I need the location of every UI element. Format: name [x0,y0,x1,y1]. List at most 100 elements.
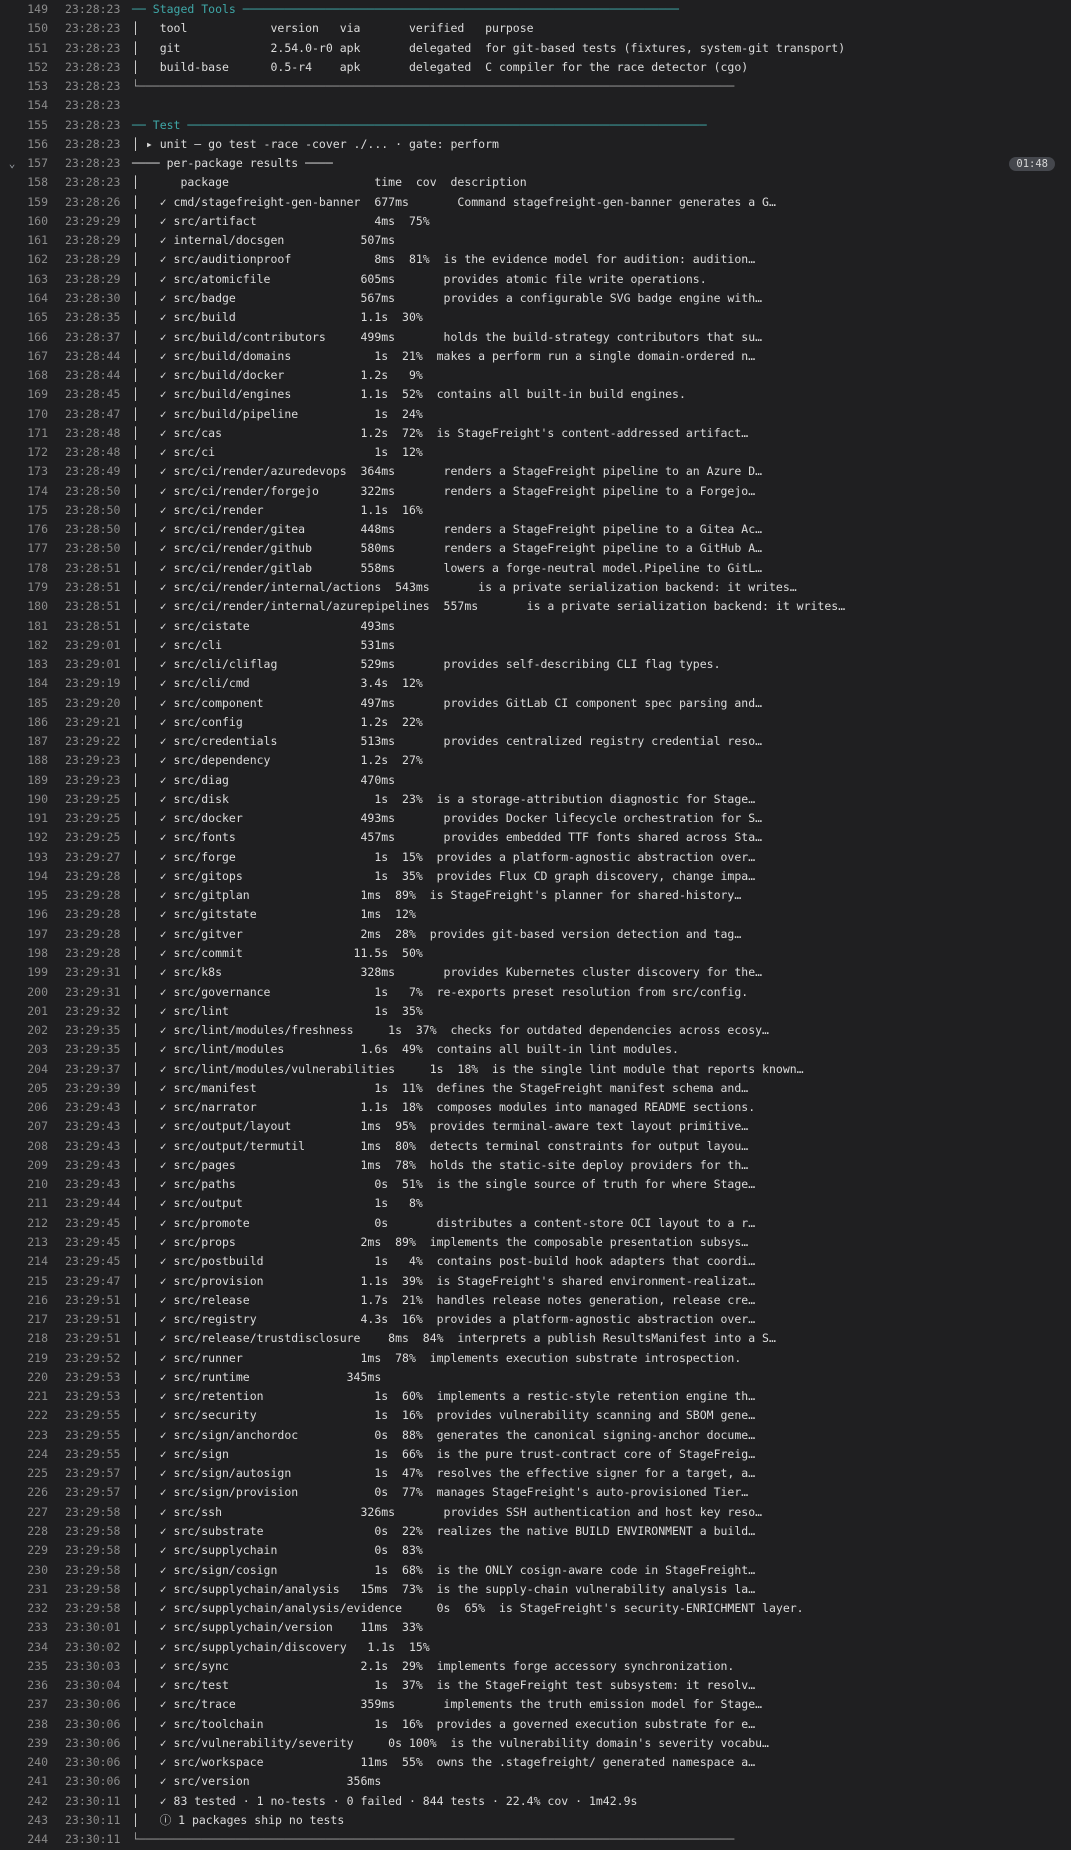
line-number[interactable]: 196 [14,905,48,924]
line-number[interactable]: 205 [14,1079,48,1098]
line-number[interactable]: 223 [14,1426,48,1445]
line-number[interactable]: 203 [14,1040,48,1059]
line-number[interactable]: 208 [14,1137,48,1156]
line-number[interactable]: 185 [14,694,48,713]
line-number[interactable]: 217 [14,1310,48,1329]
line-number[interactable]: 206 [14,1098,48,1117]
line-number[interactable]: 155 [14,116,48,135]
timestamp: 23:28:51 [65,560,121,575]
line-number[interactable]: 242 [14,1792,48,1811]
line-number[interactable]: 233 [14,1618,48,1637]
line-number[interactable]: 204 [14,1060,48,1079]
line-number[interactable]: 178 [14,559,48,578]
line-number[interactable]: 244 [14,1830,48,1849]
line-number[interactable]: 189 [14,771,48,790]
line-number[interactable]: 150 [14,19,48,38]
line-number[interactable]: 231 [14,1580,48,1599]
line-number[interactable]: 241 [14,1772,48,1791]
line-number[interactable]: 193 [14,848,48,867]
line-number[interactable]: 157 [14,154,48,173]
log-text: │ ✓ src/supplychain/discovery 1.1s 15% [132,1639,430,1654]
line-number[interactable]: 238 [14,1715,48,1734]
line-number[interactable]: 213 [14,1233,48,1252]
line-number[interactable]: 153 [14,77,48,96]
line-number[interactable]: 227 [14,1503,48,1522]
line-number[interactable]: 209 [14,1156,48,1175]
line-number[interactable]: 162 [14,250,48,269]
line-number[interactable]: 228 [14,1522,48,1541]
line-number[interactable]: 156 [14,135,48,154]
line-number[interactable]: 154 [14,96,48,115]
line-number[interactable]: 216 [14,1291,48,1310]
line-number[interactable]: 160 [14,212,48,231]
line-number[interactable]: 174 [14,482,48,501]
line-number[interactable]: 179 [14,578,48,597]
line-number[interactable]: 239 [14,1734,48,1753]
line-number[interactable]: 212 [14,1214,48,1233]
line-number[interactable]: 180 [14,597,48,616]
line-number[interactable]: 210 [14,1175,48,1194]
line-number[interactable]: 172 [14,443,48,462]
line-number[interactable]: 214 [14,1252,48,1271]
line-number[interactable]: 226 [14,1483,48,1502]
line-number[interactable]: 230 [14,1561,48,1580]
line-number[interactable]: 235 [14,1657,48,1676]
line-number[interactable]: 175 [14,501,48,520]
line-number[interactable]: 198 [14,944,48,963]
line-number[interactable]: 201 [14,1002,48,1021]
line-number[interactable]: 188 [14,751,48,770]
line-number[interactable]: 215 [14,1272,48,1291]
line-number[interactable]: 199 [14,963,48,982]
line-number[interactable]: 177 [14,539,48,558]
line-number[interactable]: 237 [14,1695,48,1714]
line-number[interactable]: 152 [14,58,48,77]
line-number[interactable]: 171 [14,424,48,443]
line-number[interactable]: 166 [14,328,48,347]
line-number[interactable]: 222 [14,1406,48,1425]
line-number[interactable]: 234 [14,1638,48,1657]
line-number[interactable]: 168 [14,366,48,385]
line-number[interactable]: 151 [14,39,48,58]
line-number[interactable]: 192 [14,828,48,847]
line-number[interactable]: 191 [14,809,48,828]
line-number[interactable]: 219 [14,1349,48,1368]
line-number[interactable]: 197 [14,925,48,944]
line-number[interactable]: 243 [14,1811,48,1830]
line-number[interactable]: 176 [14,520,48,539]
line-number[interactable]: 194 [14,867,48,886]
line-number[interactable]: 221 [14,1387,48,1406]
line-number[interactable]: 224 [14,1445,48,1464]
line-number[interactable]: 184 [14,674,48,693]
line-number[interactable]: 207 [14,1117,48,1136]
log-text: │ ✓ src/docker 493ms provides Docker lif… [132,811,763,826]
line-number[interactable]: 220 [14,1368,48,1387]
section-header[interactable]: ──── per-package results ──── [132,154,333,173]
line-number[interactable]: 159 [14,193,48,212]
line-number[interactable]: 195 [14,886,48,905]
line-number[interactable]: 190 [14,790,48,809]
line-number[interactable]: 218 [14,1329,48,1348]
line-number[interactable]: 225 [14,1464,48,1483]
line-number[interactable]: 236 [14,1676,48,1695]
line-number[interactable]: 186 [14,713,48,732]
line-number[interactable]: 170 [14,405,48,424]
line-number[interactable]: 211 [14,1194,48,1213]
line-number[interactable]: 149 [14,0,48,19]
line-number[interactable]: 165 [14,308,48,327]
line-number[interactable]: 181 [14,617,48,636]
line-number[interactable]: 182 [14,636,48,655]
line-number[interactable]: 183 [14,655,48,674]
line-number[interactable]: 232 [14,1599,48,1618]
line-number[interactable]: 173 [14,462,48,481]
line-number[interactable]: 187 [14,732,48,751]
line-number[interactable]: 202 [14,1021,48,1040]
line-number[interactable]: 240 [14,1753,48,1772]
line-number[interactable]: 200 [14,983,48,1002]
line-number[interactable]: 167 [14,347,48,366]
line-number[interactable]: 158 [14,173,48,192]
line-number[interactable]: 229 [14,1541,48,1560]
line-number[interactable]: 163 [14,270,48,289]
line-number[interactable]: 169 [14,385,48,404]
line-number[interactable]: 161 [14,231,48,250]
line-number[interactable]: 164 [14,289,48,308]
